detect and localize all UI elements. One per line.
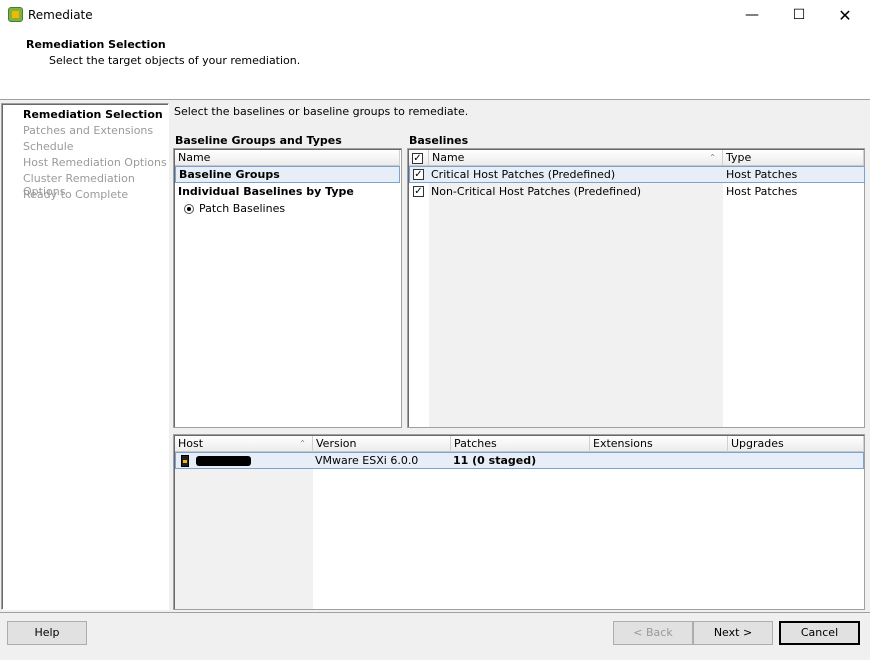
patch-baselines-label: Patch Baselines xyxy=(199,202,286,215)
redacted-host-name xyxy=(196,456,251,466)
step-patches-extensions: Patches and Extensions xyxy=(23,124,154,137)
step-schedule: Schedule xyxy=(23,140,74,153)
wizard-steps: Remediation Selection Patches and Extens… xyxy=(1,103,169,610)
baselines-table: ✓ Name ⌃ Type ✓ Critical Host Patches (Pr… xyxy=(407,148,865,428)
checkbox-checked[interactable]: ✓ xyxy=(413,169,424,180)
baseline-groups-list[interactable]: Name Baseline Groups Individual Baseline… xyxy=(173,148,402,428)
baselines-title: Baselines xyxy=(409,134,469,147)
radio-selected-icon[interactable] xyxy=(184,203,194,214)
upgrades-column-header[interactable]: Upgrades xyxy=(728,436,864,452)
extensions-column-header[interactable]: Extensions xyxy=(590,436,728,452)
baseline-row[interactable]: ✓ Non-Critical Host Patches (Predefined)… xyxy=(409,183,865,200)
baseline-row[interactable]: ✓ Critical Host Patches (Predefined) Hos… xyxy=(409,166,865,183)
page-title: Remediation Selection xyxy=(26,38,166,51)
wizard-header: Remediation Selection Select the target … xyxy=(0,30,870,100)
page-subtitle: Select the target objects of your remedi… xyxy=(49,54,301,67)
title-bar: Remediate — ☐ ✕ xyxy=(0,0,870,30)
host-icon xyxy=(181,455,189,467)
step-ready: Ready to Complete xyxy=(23,188,129,201)
vsphere-logo-icon xyxy=(8,7,23,22)
back-button: < Back xyxy=(613,621,693,645)
close-button[interactable]: ✕ xyxy=(822,0,868,30)
select-all-checkbox[interactable]: ✓ xyxy=(412,153,423,164)
patches-column-header[interactable]: Patches xyxy=(451,436,590,452)
groups-title: Baseline Groups and Types xyxy=(175,134,342,147)
individual-baselines-row: Individual Baselines by Type xyxy=(178,185,354,198)
cancel-button[interactable]: Cancel xyxy=(779,621,860,645)
hosts-table: Host ⌃ Version Patches Extensions Upgrade… xyxy=(173,434,865,610)
patch-baselines-option[interactable]: Patch Baselines xyxy=(184,202,285,215)
host-row[interactable]: VMware ESXi 6.0.0 11 (0 staged) xyxy=(175,452,864,469)
name-column-header[interactable]: Name xyxy=(175,150,400,166)
next-button[interactable]: Next > xyxy=(693,621,773,645)
baseline-groups-row[interactable]: Baseline Groups xyxy=(175,166,400,183)
maximize-button[interactable]: ☐ xyxy=(776,0,822,30)
host-column-header[interactable]: Host ⌃ xyxy=(175,436,313,452)
minimize-button[interactable]: — xyxy=(729,0,775,30)
select-all-header[interactable]: ✓ xyxy=(409,150,429,166)
window-title: Remediate xyxy=(28,8,93,22)
instruction-text: Select the baselines or baseline groups … xyxy=(174,105,469,118)
type-column-header[interactable]: Type xyxy=(723,150,864,166)
step-host-remediation: Host Remediation Options xyxy=(23,156,167,169)
version-column-header[interactable]: Version xyxy=(313,436,451,452)
name-column-header[interactable]: Name ⌃ xyxy=(429,150,723,166)
step-remediation-selection[interactable]: Remediation Selection xyxy=(23,108,163,121)
checkbox-checked[interactable]: ✓ xyxy=(413,186,424,197)
help-button[interactable]: Help xyxy=(7,621,87,645)
